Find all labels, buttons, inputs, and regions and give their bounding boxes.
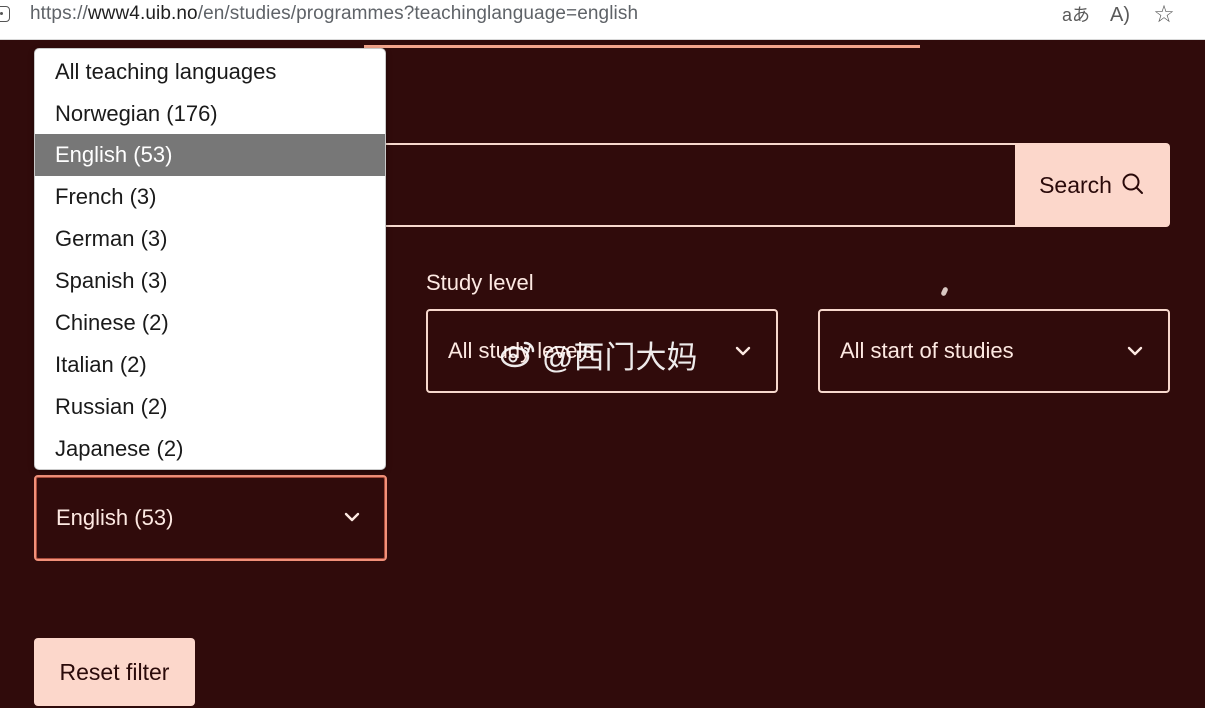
dropdown-option[interactable]: German (3)	[35, 218, 385, 260]
dropdown-option[interactable]: All teaching languages	[35, 51, 385, 93]
url-path: /en/studies/programmes?teachinglanguage=…	[197, 3, 639, 24]
dropdown-option[interactable]: French (3)	[35, 176, 385, 218]
start-of-studies-value: All start of studies	[840, 338, 1014, 363]
url-host: www4.uib.no	[87, 3, 198, 24]
search-input[interactable]	[350, 143, 1016, 227]
start-of-studies-select[interactable]: All start of studies	[818, 309, 1170, 393]
reset-filter-button[interactable]: Reset filter	[34, 638, 195, 706]
study-level-value: All study levels	[448, 338, 594, 363]
read-aloud-icon[interactable]: A)	[1106, 2, 1134, 28]
chevron-down-icon	[735, 346, 751, 356]
study-level-select[interactable]: All study levels	[426, 309, 778, 393]
dropdown-option[interactable]: Japanese (2)	[35, 428, 385, 469]
dropdown-option[interactable]: Norwegian (176)	[35, 93, 385, 135]
chevron-down-icon	[1127, 346, 1143, 356]
chevron-down-icon	[344, 512, 360, 522]
search-button-label: Search	[1039, 171, 1112, 198]
url-scheme: https://	[30, 3, 88, 24]
label-fragment	[940, 286, 949, 297]
dropdown-option[interactable]: Chinese (2)	[35, 302, 385, 344]
dropdown-option[interactable]: Russian (2)	[35, 386, 385, 428]
browser-address-bar: https://www4.uib.no/en/studies/programme…	[0, 0, 1205, 40]
teaching-language-select[interactable]: English (53)	[34, 475, 387, 561]
dropdown-option[interactable]: Spanish (3)	[35, 260, 385, 302]
search-icon	[1122, 173, 1143, 194]
search-button[interactable]: Search	[1015, 143, 1170, 227]
teaching-language-dropdown: All teaching languages Norwegian (176) E…	[34, 48, 386, 470]
dropdown-option-highlighted[interactable]: English (53)	[35, 134, 385, 176]
heading-underline	[364, 45, 920, 48]
teaching-language-value: English (53)	[56, 505, 174, 530]
favorite-star-icon[interactable]: ☆	[1150, 2, 1178, 28]
url-field[interactable]: https://www4.uib.no/en/studies/programme…	[30, 3, 638, 25]
study-level-label: Study level	[426, 270, 534, 295]
translate-icon[interactable]: aあ	[1062, 2, 1090, 28]
lock-icon[interactable]	[0, 6, 10, 22]
dropdown-option[interactable]: Italian (2)	[35, 344, 385, 386]
